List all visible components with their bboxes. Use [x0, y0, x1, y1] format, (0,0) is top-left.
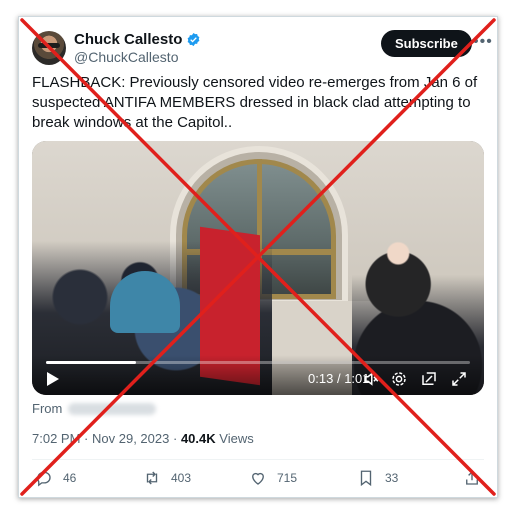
- meta-separator: ·: [172, 431, 178, 446]
- verified-badge-icon: [188, 32, 200, 47]
- views-label: Views: [219, 431, 254, 446]
- video-current-time: 0:13: [308, 371, 334, 386]
- repost-count: 403: [171, 471, 192, 485]
- bookmark-button[interactable]: 33: [357, 469, 398, 487]
- video-frame-beanie: [110, 271, 180, 333]
- settings-icon[interactable]: [390, 370, 408, 388]
- bookmark-icon: [360, 470, 372, 487]
- meta-separator: ·: [84, 431, 89, 446]
- repost-icon: [146, 471, 158, 485]
- divider: [32, 459, 484, 460]
- video-progress-fill: [46, 361, 137, 364]
- name-row: Chuck Callesto: [74, 31, 201, 48]
- heart-icon: [252, 472, 264, 485]
- user-handle[interactable]: @ChuckCallesto: [74, 49, 178, 65]
- share-icon: [466, 471, 478, 485]
- tweet-time[interactable]: 7:02 PM: [32, 431, 80, 446]
- pip-icon[interactable]: [420, 370, 438, 388]
- subscribe-button[interactable]: Subscribe: [381, 30, 472, 57]
- like-count: 715: [277, 471, 298, 485]
- tweet-date[interactable]: Nov 29, 2023: [92, 431, 169, 446]
- volume-icon[interactable]: [362, 370, 380, 388]
- video-player[interactable]: 0:13 / 1:01: [32, 141, 484, 395]
- avatar[interactable]: [32, 31, 66, 65]
- tweet-text: FLASHBACK: Previously censored video re-…: [32, 74, 478, 131]
- tweet-meta: 7:02 PM · Nov 29, 2023 · 40.4K Views: [32, 431, 254, 446]
- video-progress-bar[interactable]: [46, 361, 470, 364]
- time-separator: /: [336, 371, 341, 386]
- share-button[interactable]: [463, 469, 481, 487]
- bookmark-count: 33: [385, 471, 399, 485]
- source-name-blurred: [68, 402, 157, 415]
- tweet-card: Chuck Callesto @ChuckCallesto Subscribe …: [18, 16, 498, 498]
- more-horizontal-icon[interactable]: •••: [473, 33, 493, 51]
- video-time: 0:13 / 1:01: [308, 371, 370, 386]
- like-button[interactable]: 715: [249, 469, 297, 487]
- source-label: From: [32, 401, 63, 416]
- reply-button[interactable]: 46: [35, 469, 76, 487]
- repost-button[interactable]: 403: [143, 469, 191, 487]
- display-name[interactable]: Chuck Callesto: [74, 31, 182, 48]
- reply-icon: [37, 471, 51, 487]
- fullscreen-icon[interactable]: [450, 370, 468, 388]
- reply-count: 46: [63, 471, 77, 485]
- views-count: 40.4K: [180, 431, 216, 446]
- play-icon[interactable]: [46, 371, 60, 387]
- tweet-header: Chuck Callesto @ChuckCallesto Subscribe …: [19, 17, 497, 77]
- source-row: From: [32, 401, 157, 416]
